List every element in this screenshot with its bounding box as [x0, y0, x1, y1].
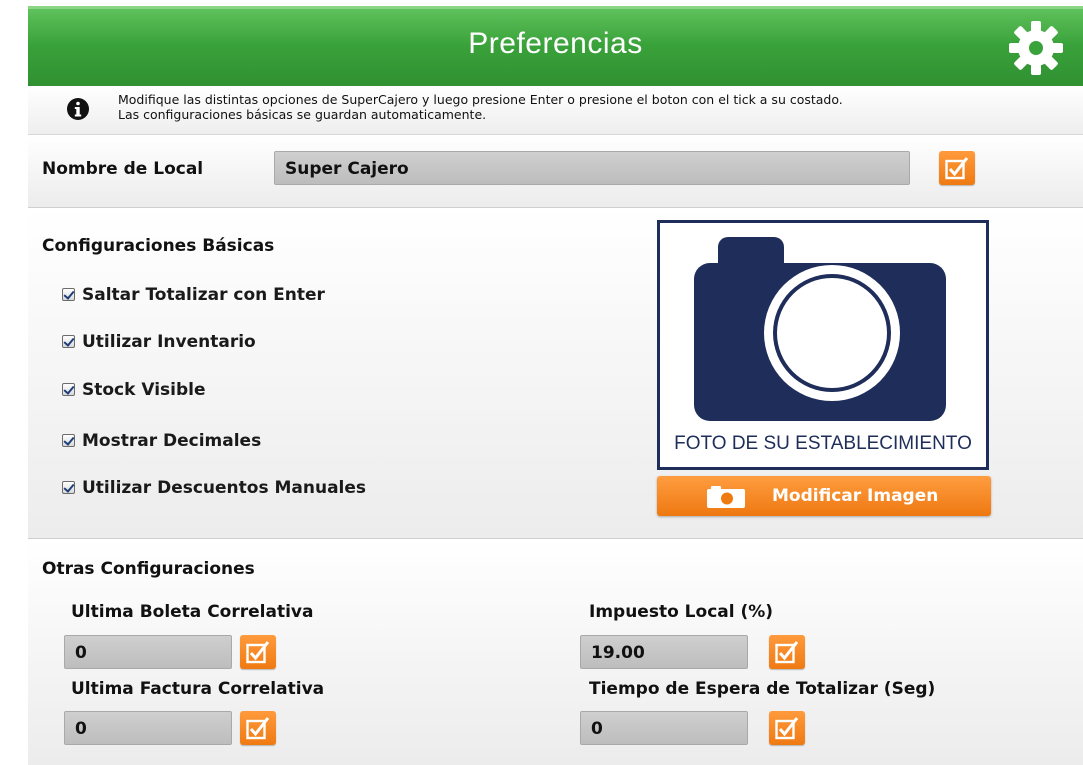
- store-name-section: Nombre de Local Super Cajero: [28, 135, 1083, 208]
- establishment-photo: FOTO DE SU ESTABLECIMIENTO: [657, 220, 989, 470]
- modify-image-label: Modificar Imagen: [772, 486, 939, 506]
- factura-save-button[interactable]: [240, 711, 276, 745]
- store-name-field[interactable]: Super Cajero: [274, 151, 910, 185]
- basic-config-title: Configuraciones Básicas: [42, 236, 275, 256]
- espera-save-button[interactable]: [769, 711, 805, 745]
- espera-label: Tiempo de Espera de Totalizar (Seg): [589, 679, 936, 699]
- store-name-save-button[interactable]: [939, 151, 975, 185]
- boleta-label: Ultima Boleta Correlativa: [71, 602, 314, 622]
- checkbox[interactable]: [62, 335, 75, 348]
- preferences-window: Preferencias Modifique las distintas opc…: [28, 6, 1083, 765]
- modify-image-button[interactable]: Modificar Imagen: [657, 476, 991, 516]
- option-label: Utilizar Descuentos Manuales: [82, 478, 367, 498]
- camera-icon: [694, 237, 946, 421]
- checkbox-tick-icon: [246, 641, 270, 664]
- info-line-1: Modifique las distintas opciones de Supe…: [118, 92, 843, 107]
- checkbox[interactable]: [62, 434, 75, 447]
- info-banner: Modifique las distintas opciones de Supe…: [28, 86, 1083, 135]
- option-label: Saltar Totalizar con Enter: [82, 285, 325, 305]
- other-config-section: Otras Configuraciones Ultima Boleta Corr…: [28, 539, 1083, 765]
- camera-icon: [707, 486, 745, 508]
- info-text: Modifique las distintas opciones de Supe…: [118, 92, 843, 122]
- espera-field[interactable]: 0: [580, 711, 748, 745]
- checkbox-tick-icon: [775, 641, 799, 664]
- option-label: Mostrar Decimales: [82, 431, 262, 451]
- boleta-save-button[interactable]: [240, 635, 276, 669]
- boleta-field[interactable]: 0: [64, 635, 232, 669]
- option-label: Stock Visible: [82, 380, 206, 400]
- store-name-label: Nombre de Local: [42, 159, 204, 179]
- factura-label: Ultima Factura Correlativa: [71, 679, 325, 699]
- checkbox-tick-icon: [246, 717, 270, 740]
- header-bar: Preferencias: [28, 6, 1083, 89]
- option-label: Utilizar Inventario: [82, 332, 256, 352]
- checkbox[interactable]: [62, 288, 75, 301]
- checkbox[interactable]: [62, 481, 75, 494]
- checkbox[interactable]: [62, 383, 75, 396]
- factura-field[interactable]: 0: [64, 711, 232, 745]
- impuesto-field[interactable]: 19.00: [580, 635, 748, 669]
- page-title: Preferencias: [468, 27, 643, 60]
- photo-caption: FOTO DE SU ESTABLECIMIENTO: [674, 433, 972, 454]
- impuesto-save-button[interactable]: [769, 635, 805, 669]
- checkbox-tick-icon: [945, 157, 969, 180]
- info-icon: [67, 98, 89, 120]
- impuesto-label: Impuesto Local (%): [589, 602, 774, 622]
- checkbox-tick-icon: [775, 717, 799, 740]
- other-config-title: Otras Configuraciones: [42, 559, 255, 579]
- gear-icon[interactable]: [1007, 19, 1065, 77]
- info-line-2: Las configuraciones básicas se guardan a…: [118, 107, 487, 122]
